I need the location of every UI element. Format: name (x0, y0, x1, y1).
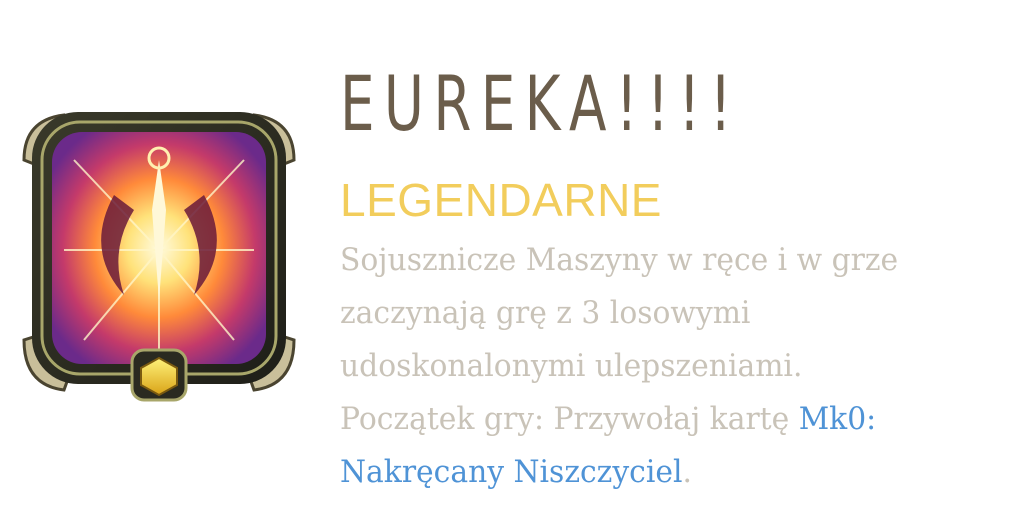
card-link-part1[interactable]: Mk0: (799, 401, 876, 437)
description-line: zaczynają grę z 3 losowymi (340, 295, 751, 331)
card-title: EUREKA!!!! (340, 59, 741, 148)
card-link-part2[interactable]: Nakręcany Niszczyciel (340, 454, 682, 490)
description-line: Nakręcany Niszczyciel. (340, 446, 1012, 499)
card-text: EUREKA!!!! LEGENDARNE Sojusznicze Maszyn… (340, 58, 1010, 499)
engineer-rebel-burst-icon (14, 100, 304, 406)
card-info-panel: EUREKA!!!! LEGENDARNE Sojusznicze Maszyn… (0, 0, 1024, 512)
description-line: Początek gry: Przywołaj kartę Mk0: (340, 393, 1012, 446)
description-line: Sojusznicze Maszyny w ręce i w grze (340, 242, 899, 278)
description-text: Początek gry: Przywołaj kartę (340, 401, 799, 437)
description-line: udoskonalonymi ulepszeniami. (340, 348, 803, 384)
card-description: Sojusznicze Maszyny w ręce i w grze zacz… (340, 234, 1012, 499)
description-suffix: . (682, 454, 692, 490)
rarity-label: LEGENDARNE (340, 174, 662, 226)
